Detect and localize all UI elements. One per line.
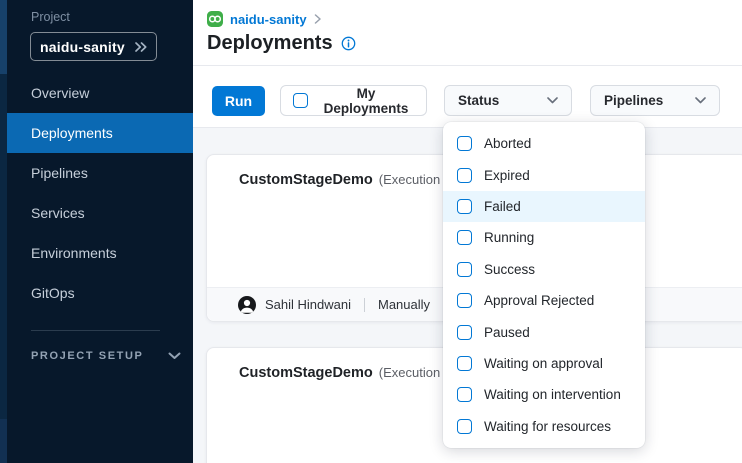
chevron-down-icon — [168, 352, 181, 360]
status-option-label: Failed — [484, 199, 521, 214]
status-option-label: Running — [484, 230, 534, 245]
status-option-running[interactable]: Running — [443, 222, 645, 253]
status-option-waiting-on-intervention[interactable]: Waiting on intervention — [443, 379, 645, 410]
app-root: Project naidu-sanity Overview Deployment… — [0, 0, 742, 463]
status-option-label: Waiting on intervention — [484, 387, 621, 402]
module-strip-accent — [0, 0, 7, 74]
cd-module-icon — [207, 11, 223, 27]
status-option-label: Waiting for resources — [484, 419, 611, 434]
project-selector-value: naidu-sanity — [40, 39, 125, 55]
double-chevron-right-icon — [134, 41, 148, 53]
sidebar: Project naidu-sanity Overview Deployment… — [0, 0, 193, 463]
status-option-aborted[interactable]: Aborted — [443, 128, 645, 159]
pipeline-name: CustomStageDemo — [239, 172, 373, 188]
status-filter-label: Status — [458, 93, 499, 108]
my-deployments-label: My Deployments — [318, 86, 414, 116]
status-checkbox[interactable] — [457, 262, 472, 277]
chevron-down-icon — [547, 97, 558, 104]
page-header: naidu-sanity Deployments — [193, 0, 742, 66]
status-checkbox[interactable] — [457, 293, 472, 308]
sidebar-item-overview[interactable]: Overview — [7, 73, 193, 113]
sidebar-nav: Overview Deployments Pipelines Services … — [7, 73, 193, 313]
sidebar-item-deployments[interactable]: Deployments — [7, 113, 193, 153]
breadcrumb-project-link[interactable]: naidu-sanity — [230, 12, 307, 27]
project-selector[interactable]: naidu-sanity — [30, 32, 157, 61]
sidebar-item-pipelines[interactable]: Pipelines — [7, 153, 193, 193]
status-option-paused[interactable]: Paused — [443, 316, 645, 347]
status-checkbox[interactable] — [457, 199, 472, 214]
sidebar-item-label: Environments — [31, 245, 117, 261]
status-option-label: Success — [484, 262, 535, 277]
status-option-waiting-on-approval[interactable]: Waiting on approval — [443, 348, 645, 379]
info-icon[interactable] — [341, 36, 356, 51]
triggered-by-user: Sahil Hindwani — [265, 297, 351, 312]
trigger-type: Manually — [378, 297, 430, 312]
pipelines-filter-label: Pipelines — [604, 93, 663, 108]
run-button[interactable]: Run — [212, 86, 265, 116]
status-checkbox[interactable] — [457, 168, 472, 183]
page-title-row: Deployments — [207, 32, 356, 55]
status-option-label: Approval Rejected — [484, 293, 594, 308]
project-label: Project — [31, 10, 70, 24]
sidebar-item-services[interactable]: Services — [7, 193, 193, 233]
chevron-right-icon — [314, 14, 322, 24]
status-option-label: Aborted — [484, 136, 531, 151]
status-checkbox[interactable] — [457, 136, 472, 151]
pipeline-name: CustomStageDemo — [239, 365, 373, 381]
status-option-waiting-for-resources[interactable]: Waiting for resources — [443, 411, 645, 442]
execution-title-row: CustomStageDemo (Execution Id — [239, 172, 455, 188]
sidebar-item-gitops[interactable]: GitOps — [7, 273, 193, 313]
status-option-label: Paused — [484, 325, 530, 340]
status-checkbox[interactable] — [457, 356, 472, 371]
pipelines-filter-dropdown[interactable]: Pipelines — [590, 85, 720, 116]
status-option-failed[interactable]: Failed — [443, 191, 645, 222]
chevron-down-icon — [695, 97, 706, 104]
my-deployments-toggle[interactable]: My Deployments — [280, 85, 427, 116]
page-title: Deployments — [207, 32, 333, 55]
status-option-success[interactable]: Success — [443, 254, 645, 285]
sidebar-item-label: Pipelines — [31, 165, 88, 181]
module-nav-strip[interactable] — [0, 0, 7, 463]
module-strip-footer — [0, 419, 7, 463]
status-checkbox[interactable] — [457, 387, 472, 402]
status-dropdown-menu: Aborted Expired Failed Running Success A… — [443, 122, 645, 448]
sidebar-item-label: Deployments — [31, 125, 113, 141]
sidebar-item-label: GitOps — [31, 285, 75, 301]
user-avatar-icon — [238, 296, 256, 314]
status-checkbox[interactable] — [457, 325, 472, 340]
my-deployments-checkbox[interactable] — [293, 93, 308, 108]
status-option-expired[interactable]: Expired — [443, 159, 645, 190]
status-filter-dropdown[interactable]: Status — [444, 85, 572, 116]
project-setup-toggle[interactable]: PROJECT SETUP — [31, 350, 181, 362]
status-checkbox[interactable] — [457, 419, 472, 434]
breadcrumb: naidu-sanity — [207, 11, 322, 27]
footer-divider — [364, 298, 365, 312]
sidebar-item-environments[interactable]: Environments — [7, 233, 193, 273]
status-option-approval-rejected[interactable]: Approval Rejected — [443, 285, 645, 316]
sidebar-divider — [31, 330, 160, 331]
sidebar-item-label: Services — [31, 205, 85, 221]
status-option-label: Waiting on approval — [484, 356, 603, 371]
project-setup-label: PROJECT SETUP — [31, 350, 144, 362]
toolbar: Run My Deployments Status Pipelines — [193, 66, 742, 128]
execution-title-row: CustomStageDemo (Execution Id — [239, 365, 455, 381]
sidebar-item-label: Overview — [31, 85, 89, 101]
status-checkbox[interactable] — [457, 230, 472, 245]
status-option-label: Expired — [484, 168, 530, 183]
